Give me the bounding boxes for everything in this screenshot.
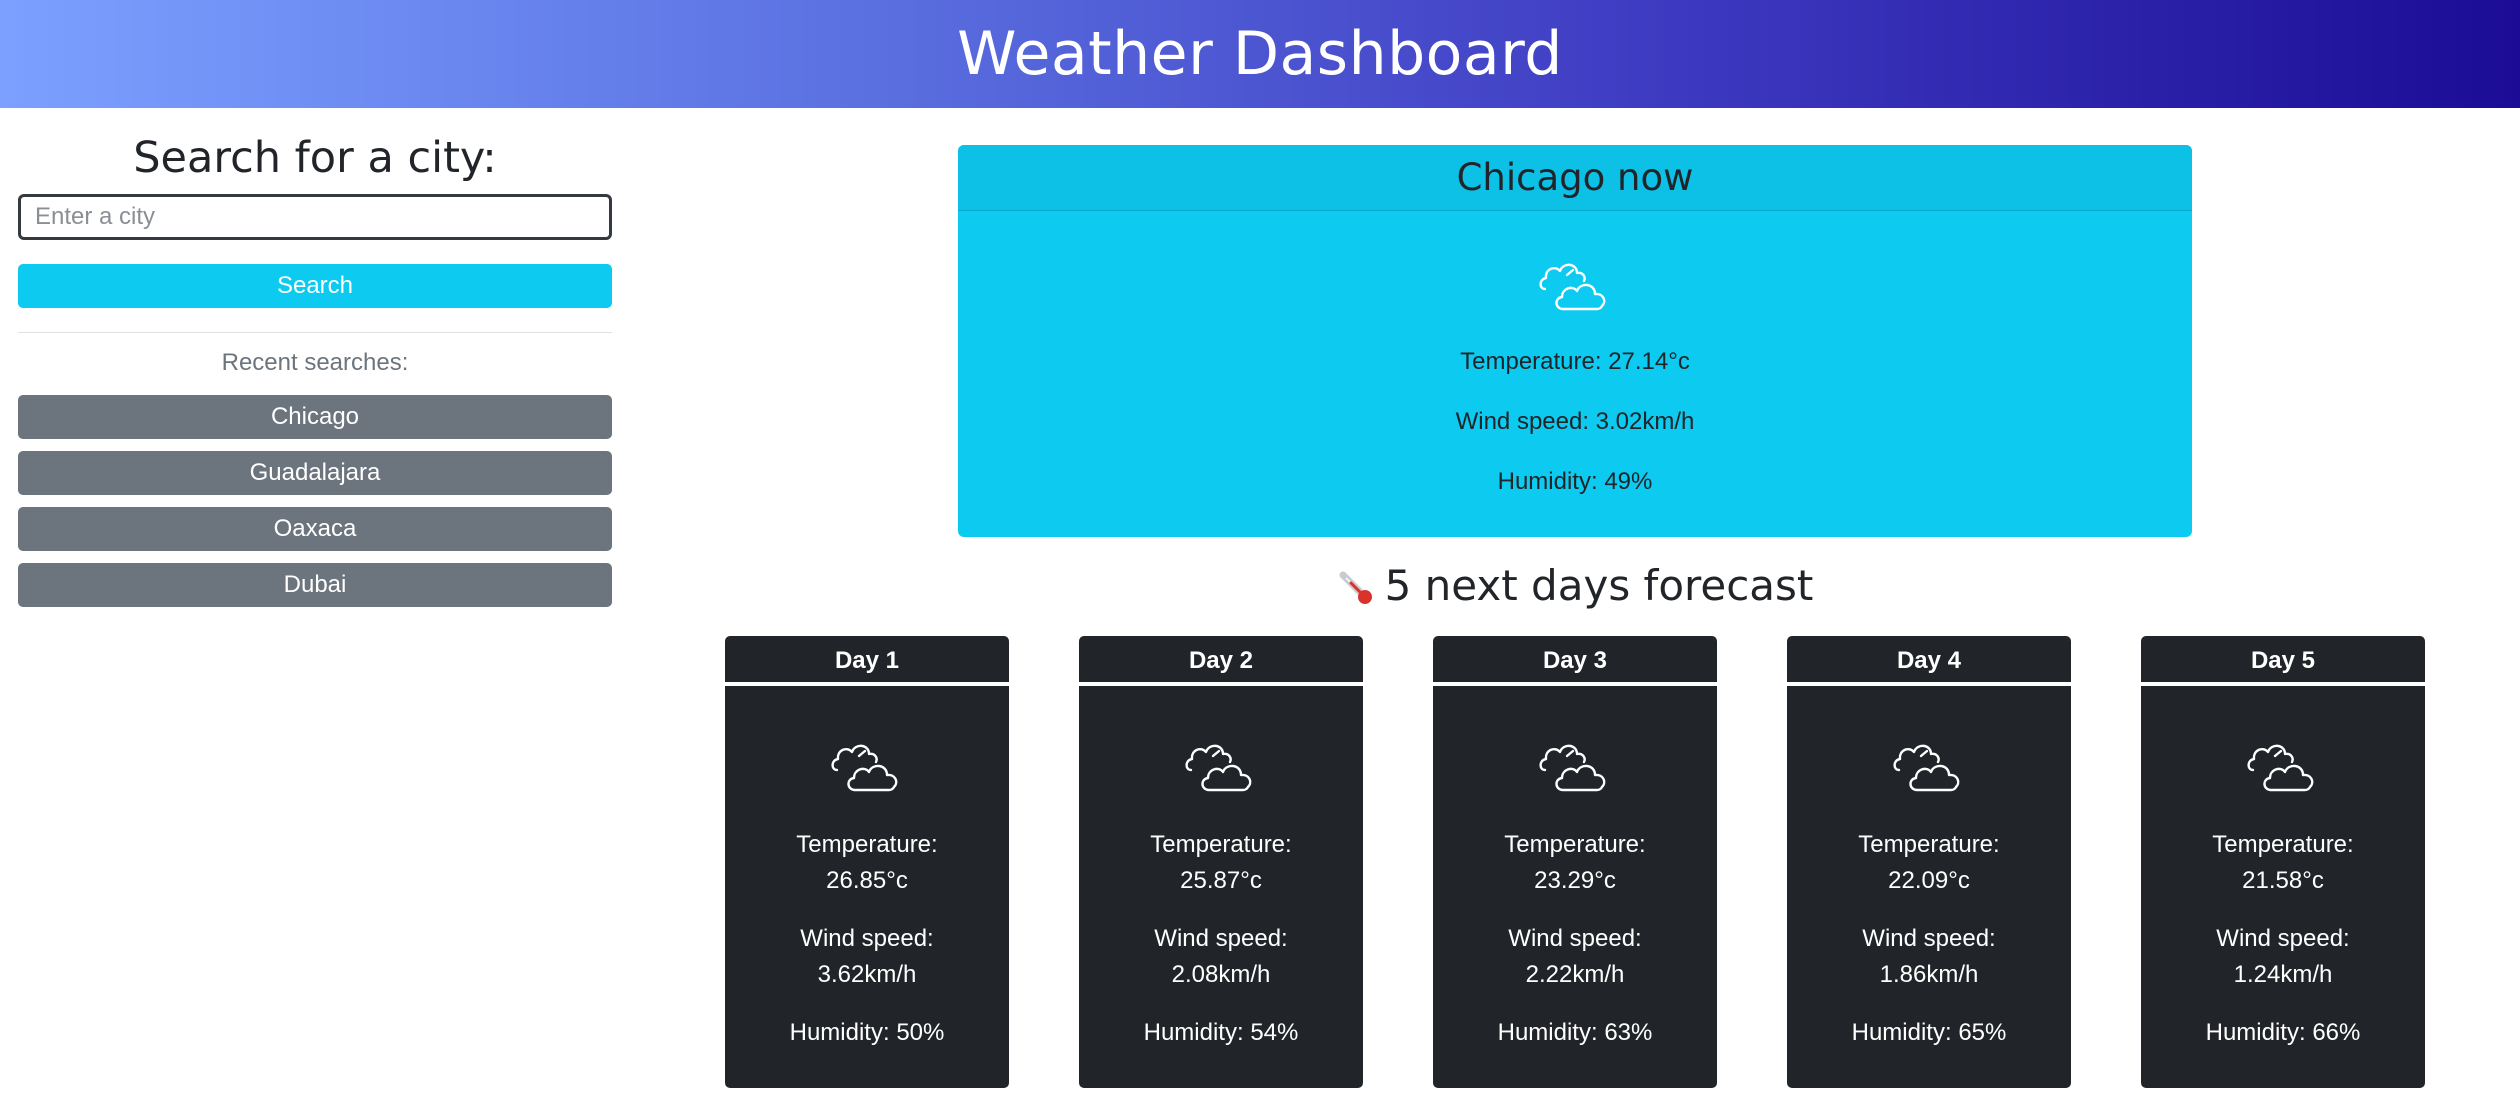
cloudy-icon: [1893, 744, 1960, 792]
humidity-value: Humidity: 63%: [1497, 1019, 1653, 1046]
thermometer-icon: [1339, 571, 1372, 604]
day-header: Day 4: [1787, 636, 2071, 686]
recent-search-button[interactable]: Oaxaca: [18, 507, 612, 551]
temperature-label: Temperature:: [2212, 831, 2354, 858]
wind-speed-value: 2.08km/h: [1171, 961, 1271, 988]
humidity-value: Humidity: 54%: [1143, 1019, 1299, 1046]
wind-speed-value: 1.86km/h: [1879, 961, 1979, 988]
forecast-day-card: Day 3 Temperature: 23.29°c Wind speed: 2…: [1433, 636, 1717, 1088]
temperature-label: Temperature:: [1150, 831, 1292, 858]
humidity-value: Humidity: 65%: [1851, 1019, 2007, 1046]
wind-speed-label: Wind speed:: [800, 925, 934, 952]
current-city-title: Chicago now: [1456, 156, 1694, 199]
temperature-value: 25.87°c: [1180, 867, 1262, 894]
search-button[interactable]: Search: [18, 264, 612, 308]
day-header: Day 2: [1079, 636, 1363, 686]
cloudy-icon: [2247, 744, 2314, 792]
temperature-label: Temperature:: [1504, 831, 1646, 858]
cloudy-icon: [1185, 744, 1252, 792]
search-heading: Search for a city:: [133, 133, 497, 183]
day-header: Day 1: [725, 636, 1009, 686]
wind-speed-value: 2.22km/h: [1525, 961, 1625, 988]
recent-search-button[interactable]: Chicago: [18, 395, 612, 439]
cloudy-icon: [1539, 744, 1606, 792]
humidity-value: Humidity: 50%: [789, 1019, 945, 1046]
temperature-value: 21.58°c: [2242, 867, 2324, 894]
divider: [18, 332, 612, 333]
temperature-value: 26.85°c: [826, 867, 908, 894]
recent-searches-list: Chicago Guadalajara Oaxaca Dubai: [18, 395, 612, 607]
cloudy-icon: [831, 744, 898, 792]
current-temperature: Temperature: 27.14°c: [1460, 348, 1690, 375]
current-weather-body: Temperature: 27.14°c Wind speed: 3.02km/…: [958, 211, 2192, 512]
recent-search-button[interactable]: Guadalajara: [18, 451, 612, 495]
forecast-day-card: Day 1 Temperature: 26.85°c Wind speed: 3…: [725, 636, 1009, 1088]
cloudy-icon: [1539, 263, 1606, 311]
forecast-day-card: Day 5 Temperature: 21.58°c Wind speed: 1…: [2141, 636, 2425, 1088]
app-header: Weather Dashboard: [0, 0, 2520, 108]
wind-speed-label: Wind speed:: [1154, 925, 1288, 952]
temperature-value: 23.29°c: [1534, 867, 1616, 894]
current-weather-header: Chicago now: [958, 145, 2192, 211]
wind-speed-value: 3.62km/h: [817, 961, 917, 988]
current-humidity: Humidity: 49%: [1497, 468, 1653, 495]
city-search-input[interactable]: [18, 194, 612, 240]
sidebar: Search for a city: Search Recent searche…: [18, 128, 612, 619]
day-header: Day 3: [1433, 636, 1717, 686]
forecast-title: 5 next days forecast: [958, 556, 2192, 616]
day-header: Day 5: [2141, 636, 2425, 686]
page-title: Weather Dashboard: [957, 19, 1563, 89]
forecast-day-card: Day 4 Temperature: 22.09°c Wind speed: 1…: [1787, 636, 2071, 1088]
forecast-day-card: Day 2 Temperature: 25.87°c Wind speed: 2…: [1079, 636, 1363, 1088]
temperature-label: Temperature:: [1858, 831, 2000, 858]
current-weather-card: Chicago now Temperature: 27.14°c Wind sp…: [958, 145, 2192, 537]
wind-speed-label: Wind speed:: [1862, 925, 1996, 952]
wind-speed-value: 1.24km/h: [2233, 961, 2333, 988]
wind-speed-label: Wind speed:: [2216, 925, 2350, 952]
recent-searches-label: Recent searches:: [221, 349, 409, 376]
current-wind-speed: Wind speed: 3.02km/h: [1455, 408, 1695, 435]
temperature-label: Temperature:: [796, 831, 938, 858]
wind-speed-label: Wind speed:: [1508, 925, 1642, 952]
recent-search-button[interactable]: Dubai: [18, 563, 612, 607]
temperature-value: 22.09°c: [1888, 867, 1970, 894]
humidity-value: Humidity: 66%: [2205, 1019, 2361, 1046]
forecast-title-text: 5 next days forecast: [1384, 561, 1814, 610]
